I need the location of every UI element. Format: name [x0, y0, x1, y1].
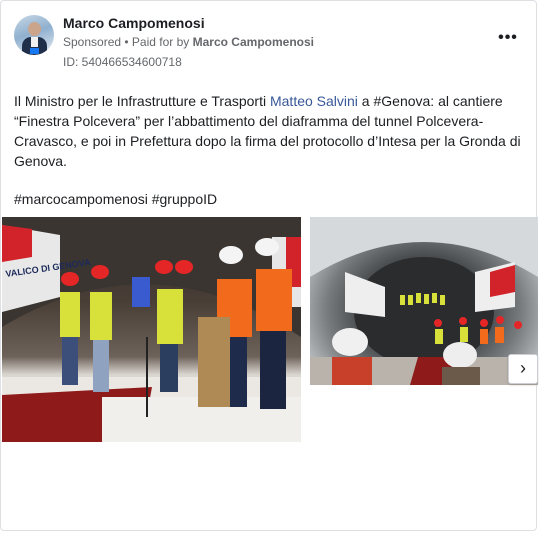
sponsored-post-card: Marco Campomenosi Sponsored • Paid for b…	[0, 0, 538, 531]
hashtags[interactable]: #marcocampomenosi #gruppoID	[14, 191, 217, 207]
sponsored-label: Sponsored	[63, 35, 122, 49]
sponsored-line: Sponsored • Paid for by Marco Campomenos…	[63, 35, 314, 49]
ad-id: ID: 540466534600718	[63, 55, 182, 69]
foreground-helmet-right	[443, 342, 477, 368]
foreground-helmet-left	[332, 328, 368, 356]
post-photo-tunnel[interactable]	[310, 217, 538, 385]
more-options-icon[interactable]: •••	[498, 30, 518, 51]
author-name[interactable]: Marco Campomenosi	[63, 15, 205, 31]
mention-link[interactable]: Matteo Salvini	[270, 93, 358, 109]
avatar-figure-head	[28, 22, 41, 36]
post-text-intro: Il Ministro per le Infrastrutture e Tras…	[14, 93, 270, 109]
separator-dot: •	[121, 35, 132, 49]
paid-for-by-name[interactable]: Marco Campomenosi	[193, 35, 314, 49]
avatar-party-badge	[30, 48, 39, 54]
post-text: Il Ministro per le Infrastrutture e Tras…	[14, 91, 526, 171]
author-avatar[interactable]	[14, 15, 54, 55]
post-photo-ceremony[interactable]: VALICO DI GENOVA	[2, 217, 301, 442]
paid-for-prefix: Paid for by	[131, 35, 193, 49]
podium	[198, 317, 230, 407]
chevron-right-icon[interactable]: ›	[508, 354, 538, 384]
tunnel-scene	[310, 217, 538, 385]
ceremony-scene: VALICO DI GENOVA	[2, 217, 301, 442]
avatar-figure-shirt	[31, 37, 38, 47]
